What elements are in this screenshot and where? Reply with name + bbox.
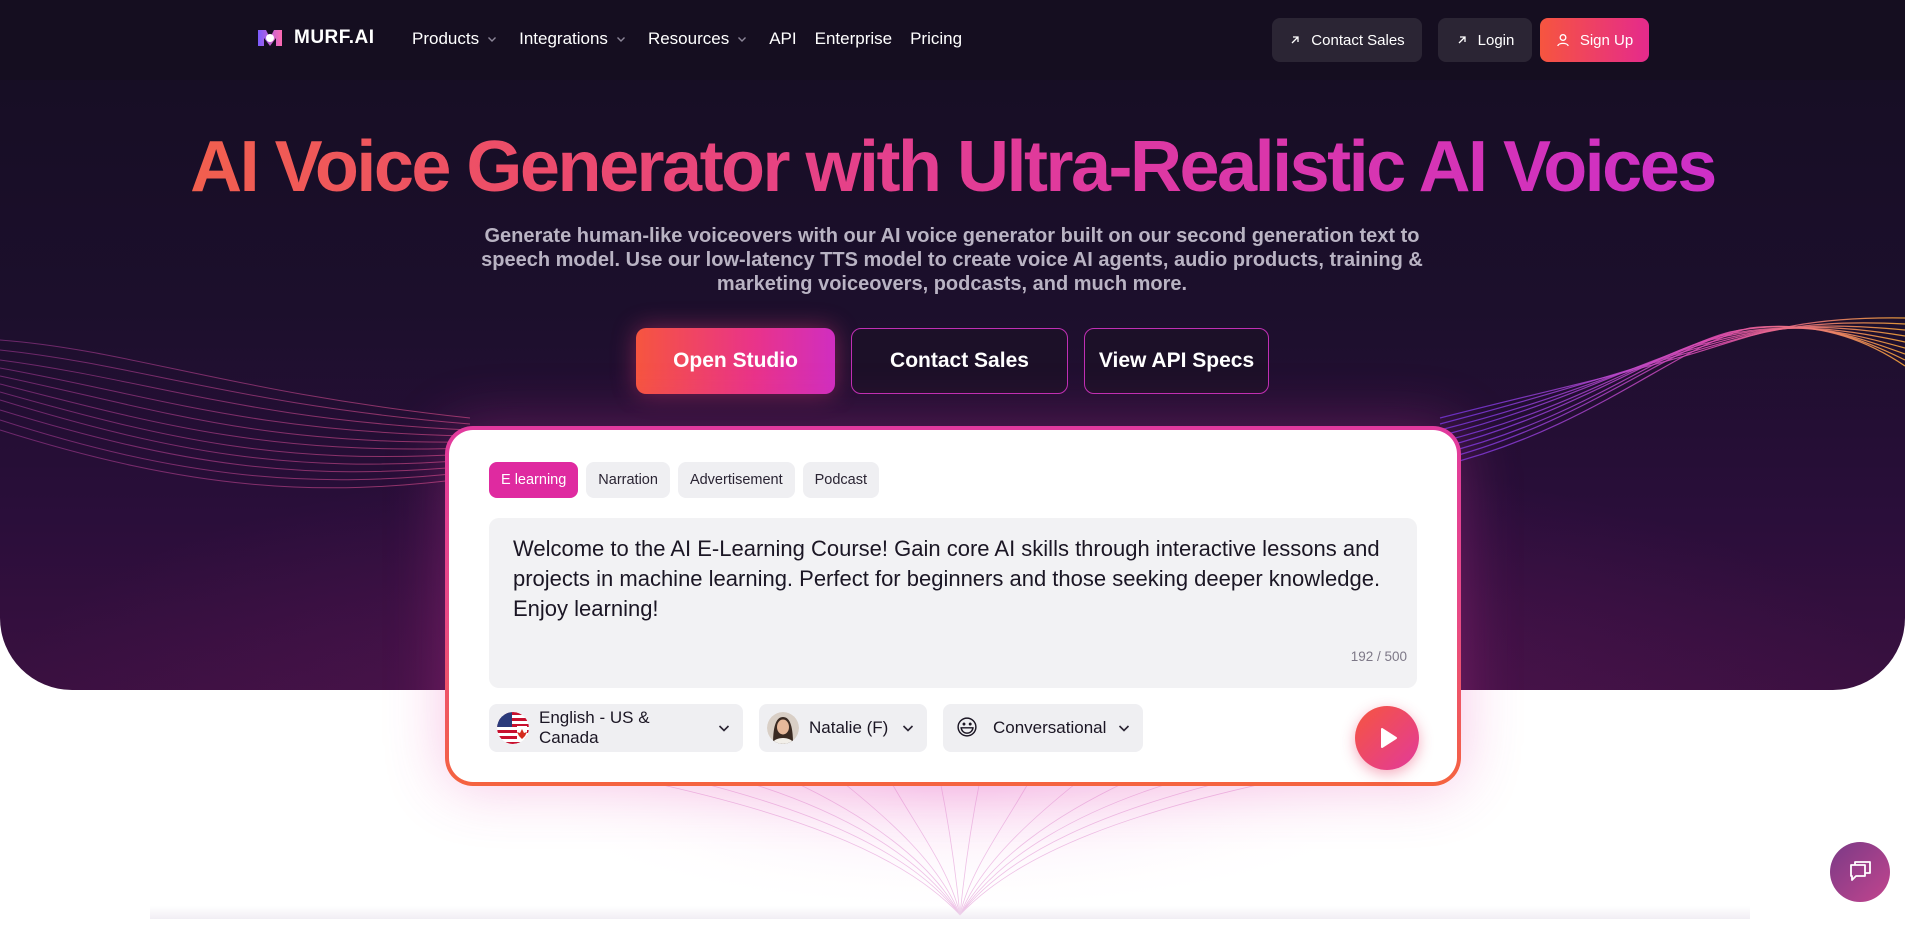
- nav-item-pricing[interactable]: Pricing: [910, 29, 962, 49]
- voice-controls: English - US & Canada Natalie (F) 😃 Conv…: [489, 704, 1143, 752]
- contact-sales-label: Contact Sales: [890, 349, 1029, 372]
- brand-name: MURF.AI: [294, 27, 375, 48]
- voice-demo-card-inner: E learning Narration Advertisement Podca…: [449, 430, 1457, 782]
- language-label: English - US & Canada: [539, 708, 650, 747]
- brand-logo[interactable]: MURF.AI: [256, 26, 375, 50]
- nav-contact-sales-button[interactable]: Contact Sales: [1272, 18, 1422, 62]
- play-icon: [1381, 728, 1397, 748]
- smiley-icon: 😃: [955, 715, 979, 740]
- character-counter: 192 / 500: [1350, 649, 1407, 664]
- chevron-down-icon: [718, 725, 730, 732]
- nav-item-label: Pricing: [910, 29, 963, 48]
- voice-select[interactable]: Natalie (F): [759, 704, 927, 752]
- chat-widget-button[interactable]: [1830, 842, 1890, 902]
- use-case-tabs: E learning Narration Advertisement Podca…: [489, 462, 880, 498]
- style-label: Conversational: [993, 718, 1107, 737]
- nav-item-label: API: [769, 29, 797, 48]
- contact-sales-label: Contact Sales: [1311, 31, 1405, 49]
- nav-item-resources[interactable]: Resources: [648, 29, 747, 49]
- hero-subtitle: Generate human-like voiceovers with our …: [481, 225, 1423, 295]
- open-studio-button[interactable]: Open Studio: [636, 328, 835, 394]
- us-flag-icon: [497, 712, 529, 744]
- chevron-down-icon: [1118, 725, 1130, 732]
- chevron-down-icon: [616, 37, 625, 42]
- script-text: Welcome to the AI E-Learning Course! Gai…: [513, 536, 1381, 621]
- murf-logo-icon: [258, 30, 282, 46]
- arrow-up-right-icon: [1291, 36, 1299, 44]
- nav-menu: Products Integrations Resources API Ente…: [412, 29, 984, 49]
- voice-label: Natalie (F): [809, 718, 889, 737]
- view-api-specs-button[interactable]: View API Specs: [1084, 328, 1269, 394]
- signup-label: Sign Up: [1579, 31, 1634, 49]
- voice-avatar: [767, 712, 799, 744]
- nav-item-label: Enterprise: [814, 29, 893, 48]
- nav-item-label: Resources: [647, 29, 730, 48]
- signup-button[interactable]: Sign Up: [1540, 18, 1649, 62]
- chevron-down-icon: [902, 725, 914, 732]
- hero-title: AI Voice Generator with Ultra-Realistic …: [0, 126, 1905, 208]
- login-button[interactable]: Login: [1438, 18, 1532, 62]
- nav-item-api[interactable]: API: [769, 29, 796, 49]
- play-button[interactable]: [1355, 706, 1419, 770]
- login-label: Login: [1477, 31, 1515, 49]
- chat-icon: [1850, 861, 1871, 881]
- script-text-input[interactable]: Welcome to the AI E-Learning Course! Gai…: [489, 518, 1417, 688]
- voice-demo-card: E learning Narration Advertisement Podca…: [445, 426, 1461, 786]
- nav-item-enterprise[interactable]: Enterprise: [815, 29, 892, 49]
- view-api-specs-label: View API Specs: [1098, 349, 1255, 372]
- chevron-down-icon: [738, 37, 747, 42]
- top-navbar: MURF.AI Products Integrations Resources …: [0, 0, 1905, 80]
- language-select[interactable]: English - US & Canada: [489, 704, 743, 752]
- tab-advertisement[interactable]: Advertisement: [677, 462, 795, 498]
- nav-item-integrations[interactable]: Integrations: [519, 29, 626, 49]
- tab-narration[interactable]: Narration: [586, 462, 670, 498]
- nav-item-products[interactable]: Products: [412, 29, 497, 49]
- nav-item-label: Products: [412, 29, 480, 48]
- open-studio-label: Open Studio: [673, 349, 798, 372]
- user-icon: [1556, 34, 1569, 47]
- tab-podcast[interactable]: Podcast: [802, 462, 880, 498]
- nav-item-label: Integrations: [519, 29, 608, 48]
- chevron-down-icon: [488, 37, 497, 42]
- hero-contact-sales-button[interactable]: Contact Sales: [851, 328, 1068, 394]
- next-section-edge: [150, 906, 1750, 919]
- arrow-up-right-icon: [1458, 36, 1466, 44]
- style-select[interactable]: 😃 Conversational: [943, 704, 1143, 752]
- tab-e-learning[interactable]: E learning: [489, 462, 579, 498]
